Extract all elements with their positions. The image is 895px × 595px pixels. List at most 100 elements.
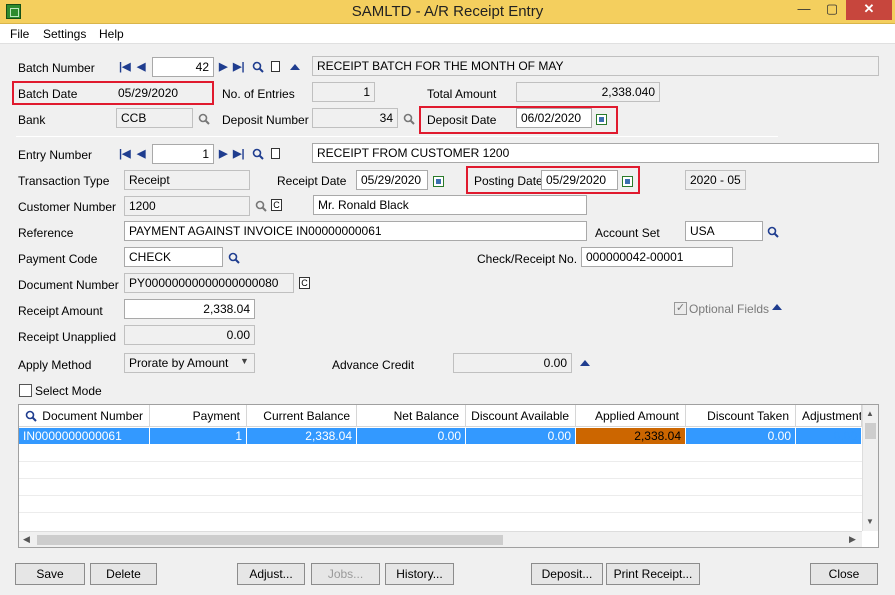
advance-credit-label: Advance Credit	[332, 358, 415, 372]
total-amount-label: Total Amount	[427, 87, 497, 101]
next-entry-icon[interactable]: ▶	[219, 147, 227, 161]
cell-discount-taken[interactable]: 0.00	[686, 428, 796, 444]
delete-button[interactable]: Delete	[90, 563, 157, 585]
minimize-button[interactable]: —	[790, 0, 818, 20]
receipt-date-calendar-icon[interactable]	[433, 176, 444, 187]
history-button[interactable]: History...	[385, 563, 454, 585]
cell-discount-available[interactable]: 0.00	[466, 428, 576, 444]
optional-fields-zoom-icon[interactable]	[772, 304, 782, 310]
select-mode-label: Select Mode	[35, 384, 102, 398]
deposit-button[interactable]: Deposit...	[531, 563, 603, 585]
grid-header-applied-amount[interactable]: Applied Amount	[576, 405, 686, 427]
grid-header-adjustment[interactable]: Adjustment	[796, 405, 862, 427]
batch-number-input[interactable]: 42	[152, 57, 214, 77]
scroll-right-icon[interactable]: ▶	[849, 534, 856, 545]
posting-date-label: Posting Date	[474, 174, 543, 188]
advance-credit-zoom-icon[interactable]	[580, 360, 590, 366]
next-batch-icon[interactable]: ▶	[219, 60, 227, 74]
grid-header-current-balance[interactable]: Current Balance	[247, 405, 357, 427]
first-batch-icon[interactable]: |◀	[119, 60, 131, 74]
receipt-amount-input[interactable]: 2,338.04	[124, 299, 255, 319]
customer-name-field[interactable]: Mr. Ronald Black	[313, 195, 587, 215]
adjust-button[interactable]: Adjust...	[237, 563, 305, 585]
close-window-button[interactable]: ✕	[846, 0, 892, 20]
grid-horizontal-scrollbar[interactable]: ◀ ▶	[19, 531, 862, 547]
print-receipt-button[interactable]: Print Receipt...	[606, 563, 700, 585]
batch-zoom-icon[interactable]	[290, 64, 300, 70]
new-entry-icon[interactable]	[271, 148, 280, 159]
reference-input[interactable]: PAYMENT AGAINST INVOICE IN00000000061	[124, 221, 587, 241]
account-set-finder-icon[interactable]	[767, 226, 779, 238]
apply-method-label: Apply Method	[18, 358, 92, 372]
transaction-type-label: Transaction Type	[18, 174, 110, 188]
grid-header-net-balance[interactable]: Net Balance	[357, 405, 466, 427]
advance-credit-value: 0.00	[453, 353, 572, 373]
grid-header-payment-number[interactable]: Payment Number	[150, 405, 247, 445]
bank-field[interactable]: CCB	[116, 108, 193, 128]
scroll-down-icon[interactable]: ▼	[866, 517, 874, 526]
apply-method-dropdown-icon[interactable]: ▼	[240, 356, 249, 366]
deposit-date-calendar-icon[interactable]	[596, 114, 607, 125]
vertical-scroll-thumb[interactable]	[865, 423, 876, 439]
bank-finder-icon[interactable]	[198, 113, 210, 125]
grid-header-document-number[interactable]: Document Number	[19, 405, 150, 427]
cell-applied-amount[interactable]: 2,338.04	[576, 428, 686, 444]
scroll-up-icon[interactable]: ▲	[866, 409, 874, 418]
grid-search-icon[interactable]	[25, 410, 37, 422]
payment-code-input[interactable]: CHECK	[124, 247, 223, 267]
entry-number-label: Entry Number	[18, 148, 93, 162]
customer-zoom-icon[interactable]: C	[271, 199, 282, 211]
save-button[interactable]: Save	[15, 563, 85, 585]
grid-header-discount-taken[interactable]: Discount Taken	[686, 405, 796, 427]
grid-vertical-scrollbar[interactable]: ▲ ▼	[862, 405, 878, 531]
customer-finder-icon[interactable]	[255, 200, 267, 212]
receipt-detail-grid[interactable]: Document Number Payment Number Current B…	[18, 404, 879, 548]
deposit-number-field[interactable]: 34	[312, 108, 398, 128]
menu-settings[interactable]: Settings	[43, 27, 86, 41]
posting-date-calendar-icon[interactable]	[622, 176, 633, 187]
horizontal-scroll-thumb[interactable]	[37, 535, 503, 545]
cell-payment-number[interactable]: 1	[150, 428, 247, 444]
payment-code-finder-icon[interactable]	[228, 252, 240, 264]
entry-finder-icon[interactable]	[252, 148, 264, 160]
grid-row-line	[19, 495, 862, 496]
posting-date-input[interactable]: 05/29/2020	[541, 170, 618, 190]
scroll-left-icon[interactable]: ◀	[23, 534, 30, 545]
receipt-date-input[interactable]: 05/29/2020	[356, 170, 428, 190]
apply-method-select[interactable]: Prorate by Amount	[124, 353, 255, 373]
cell-adjustment[interactable]: 0.00	[796, 428, 862, 444]
select-mode-checkbox[interactable]	[19, 384, 32, 397]
batch-date-label: Batch Date	[18, 87, 78, 101]
last-entry-icon[interactable]: ▶|	[233, 147, 245, 161]
previous-entry-icon[interactable]: ◀	[137, 147, 145, 161]
previous-batch-icon[interactable]: ◀	[137, 60, 145, 74]
grid-header-discount-available[interactable]: Discount Available	[466, 405, 576, 427]
menu-help[interactable]: Help	[99, 27, 124, 41]
entry-number-input[interactable]: 1	[152, 144, 214, 164]
cell-document-number[interactable]: IN0000000000061	[19, 428, 150, 444]
jobs-button[interactable]: Jobs...	[311, 563, 380, 585]
receipt-amount-label: Receipt Amount	[18, 304, 103, 318]
menu-file[interactable]: File	[10, 27, 29, 41]
account-set-input[interactable]: USA	[685, 221, 763, 241]
cell-net-balance[interactable]: 0.00	[357, 428, 466, 444]
reference-label: Reference	[18, 226, 74, 240]
close-button[interactable]: Close	[810, 563, 878, 585]
optional-fields-checkbox[interactable]: ✓	[674, 302, 687, 315]
transaction-type-field[interactable]: Receipt	[124, 170, 250, 190]
batch-description-field[interactable]: RECEIPT BATCH FOR THE MONTH OF MAY	[312, 56, 879, 76]
customer-number-field[interactable]: 1200	[124, 196, 250, 216]
maximize-button[interactable]: ▢	[818, 0, 846, 20]
last-batch-icon[interactable]: ▶|	[233, 60, 245, 74]
cell-current-balance[interactable]: 2,338.04	[247, 428, 357, 444]
deposit-date-input[interactable]: 06/02/2020	[516, 108, 592, 128]
deposit-finder-icon[interactable]	[403, 113, 415, 125]
batch-finder-icon[interactable]	[252, 61, 264, 73]
document-number-field[interactable]: PY00000000000000000080	[124, 273, 294, 293]
new-batch-icon[interactable]	[271, 61, 280, 72]
first-entry-icon[interactable]: |◀	[119, 147, 131, 161]
check-receipt-input[interactable]: 000000042-00001	[581, 247, 733, 267]
document-zoom-icon[interactable]: C	[299, 277, 310, 289]
payment-code-label: Payment Code	[18, 252, 98, 266]
entry-description-input[interactable]: RECEIPT FROM CUSTOMER 1200	[312, 143, 879, 163]
